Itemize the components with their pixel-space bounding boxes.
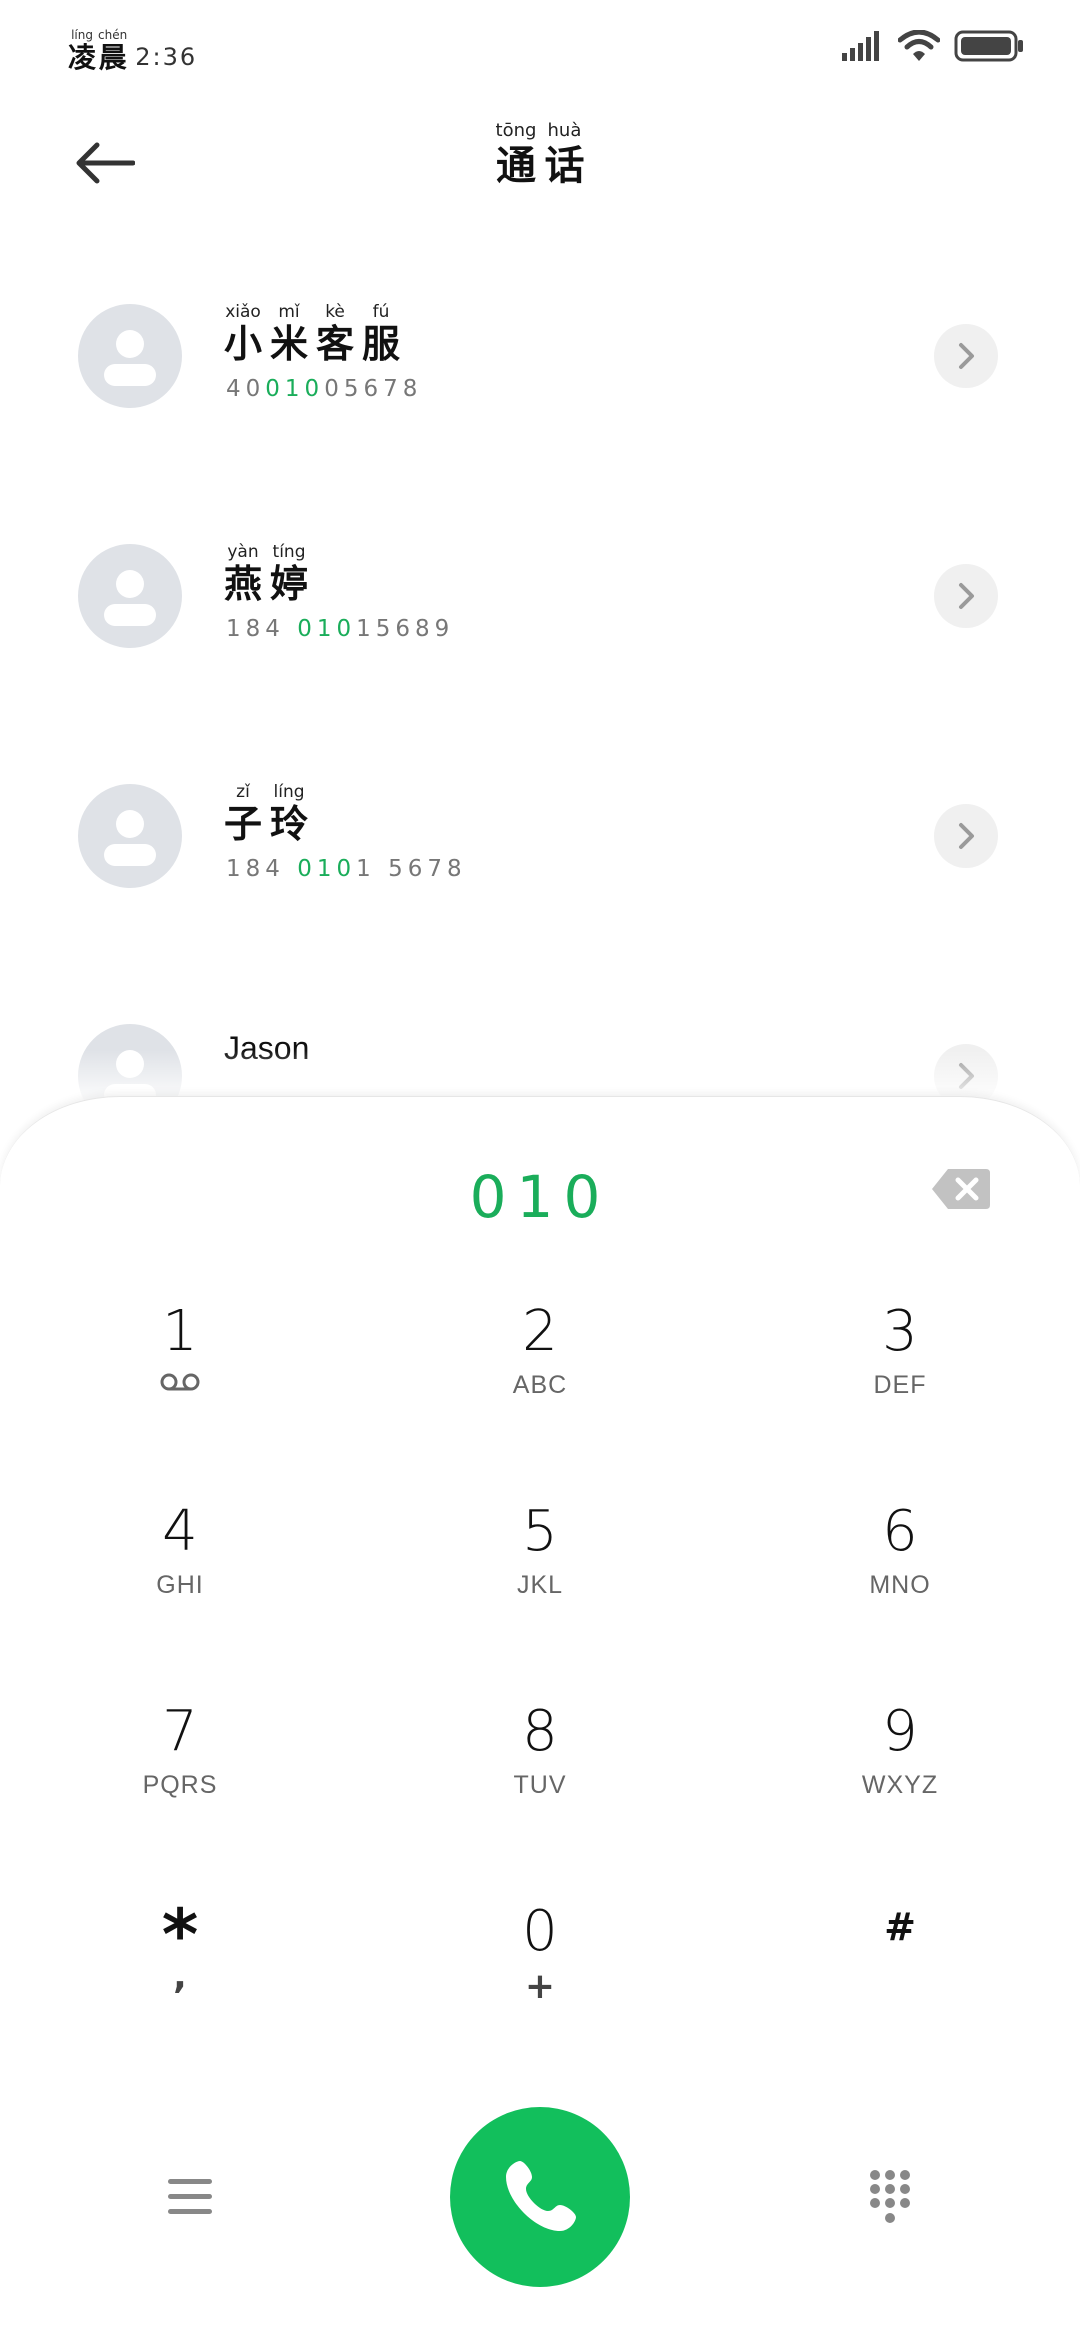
key-0[interactable]: 0 + [420,1897,660,2047]
battery-icon [954,30,1023,62]
name-char: tíng 婷 [270,542,309,606]
chevron-right-icon [959,343,974,369]
contact-row[interactable]: zǐ 子 líng 玲 184 0101 5678 [0,760,1080,960]
matched-digits: 010 [297,616,357,642]
key-3[interactable]: 3 DEF [780,1297,1020,1447]
name-char: kè 客 [316,302,355,366]
key-star[interactable]: * , [60,1897,300,2047]
contact-name: zǐ 子 líng 玲 [224,782,316,846]
menu-button[interactable] [150,2167,230,2227]
name-char: xiǎo 小 [224,302,263,366]
matched-digits: 010 [297,856,357,882]
delete-button[interactable] [930,1167,996,1215]
header: tōng 通 huà 话 [0,100,1080,230]
key-1[interactable]: 1 [60,1297,300,1447]
period-char: chén 晨 [98,28,128,74]
dialpad-grid-icon [870,2170,910,2223]
signal-icon [842,31,879,61]
backspace-icon [932,1169,990,1209]
key-5[interactable]: 5 JKL [420,1497,660,1647]
call-button[interactable] [450,2107,630,2287]
chevron-right-icon [959,823,974,849]
key-7[interactable]: 7 PQRS [60,1697,300,1847]
contact-number: 184 01015689 [226,616,455,642]
key-2[interactable]: 2 ABC [420,1297,660,1447]
status-time: líng 凌 chén 晨 2:36 [68,24,197,74]
dialpad-toggle-button[interactable] [850,2157,930,2237]
status-icons [842,30,1024,62]
voicemail-icon [160,1373,200,1391]
status-bar: líng 凌 chén 晨 2:36 [0,0,1080,100]
name-char: líng 玲 [270,782,309,846]
avatar [78,784,182,888]
clock: 2:36 [135,43,198,71]
phone-icon [506,2161,576,2231]
matched-digits: 010 [265,376,325,402]
name-char: mǐ 米 [270,302,309,366]
avatar [78,304,182,408]
bottom-bar [0,2097,1080,2297]
name-char: zǐ 子 [224,782,263,846]
wifi-icon [898,30,940,61]
contact-name: yàn 燕 tíng 婷 [224,542,316,606]
avatar [78,544,182,648]
contact-name: xiǎo 小 mǐ 米 kè 客 fú 服 [224,302,408,366]
key-6[interactable]: 6 MNO [780,1497,1020,1647]
contact-row[interactable]: xiǎo 小 mǐ 米 kè 客 fú 服 4001005678 [0,280,1080,480]
key-4[interactable]: 4 GHI [60,1497,300,1647]
dialpad-panel: 010 1 2 ABC 3 DEF 4 GHI 5 JKL 6 MNO 7 PQ… [0,1096,1080,2340]
contact-number: 184 0101 5678 [226,856,467,882]
dialed-number: 010 [469,1163,611,1231]
name-char: fú 服 [362,302,401,366]
contact-detail-button[interactable] [934,324,998,388]
contact-detail-button[interactable] [934,804,998,868]
list-fade [0,1050,1080,1100]
contact-number: 4001005678 [226,376,423,402]
period-char: líng 凌 [68,28,97,74]
contact-row[interactable]: yàn 燕 tíng 婷 184 01015689 [0,520,1080,720]
title-char: huà 话 [544,120,585,189]
contact-detail-button[interactable] [934,564,998,628]
chevron-right-icon [959,583,974,609]
page-title: tōng 通 huà 话 [0,120,1080,190]
key-hash[interactable]: # [780,1897,1020,2047]
key-8[interactable]: 8 TUV [420,1697,660,1847]
key-9[interactable]: 9 WXYZ [780,1697,1020,1847]
menu-icon [168,2179,212,2214]
title-char: tōng 通 [495,120,537,189]
name-char: yàn 燕 [224,542,263,606]
